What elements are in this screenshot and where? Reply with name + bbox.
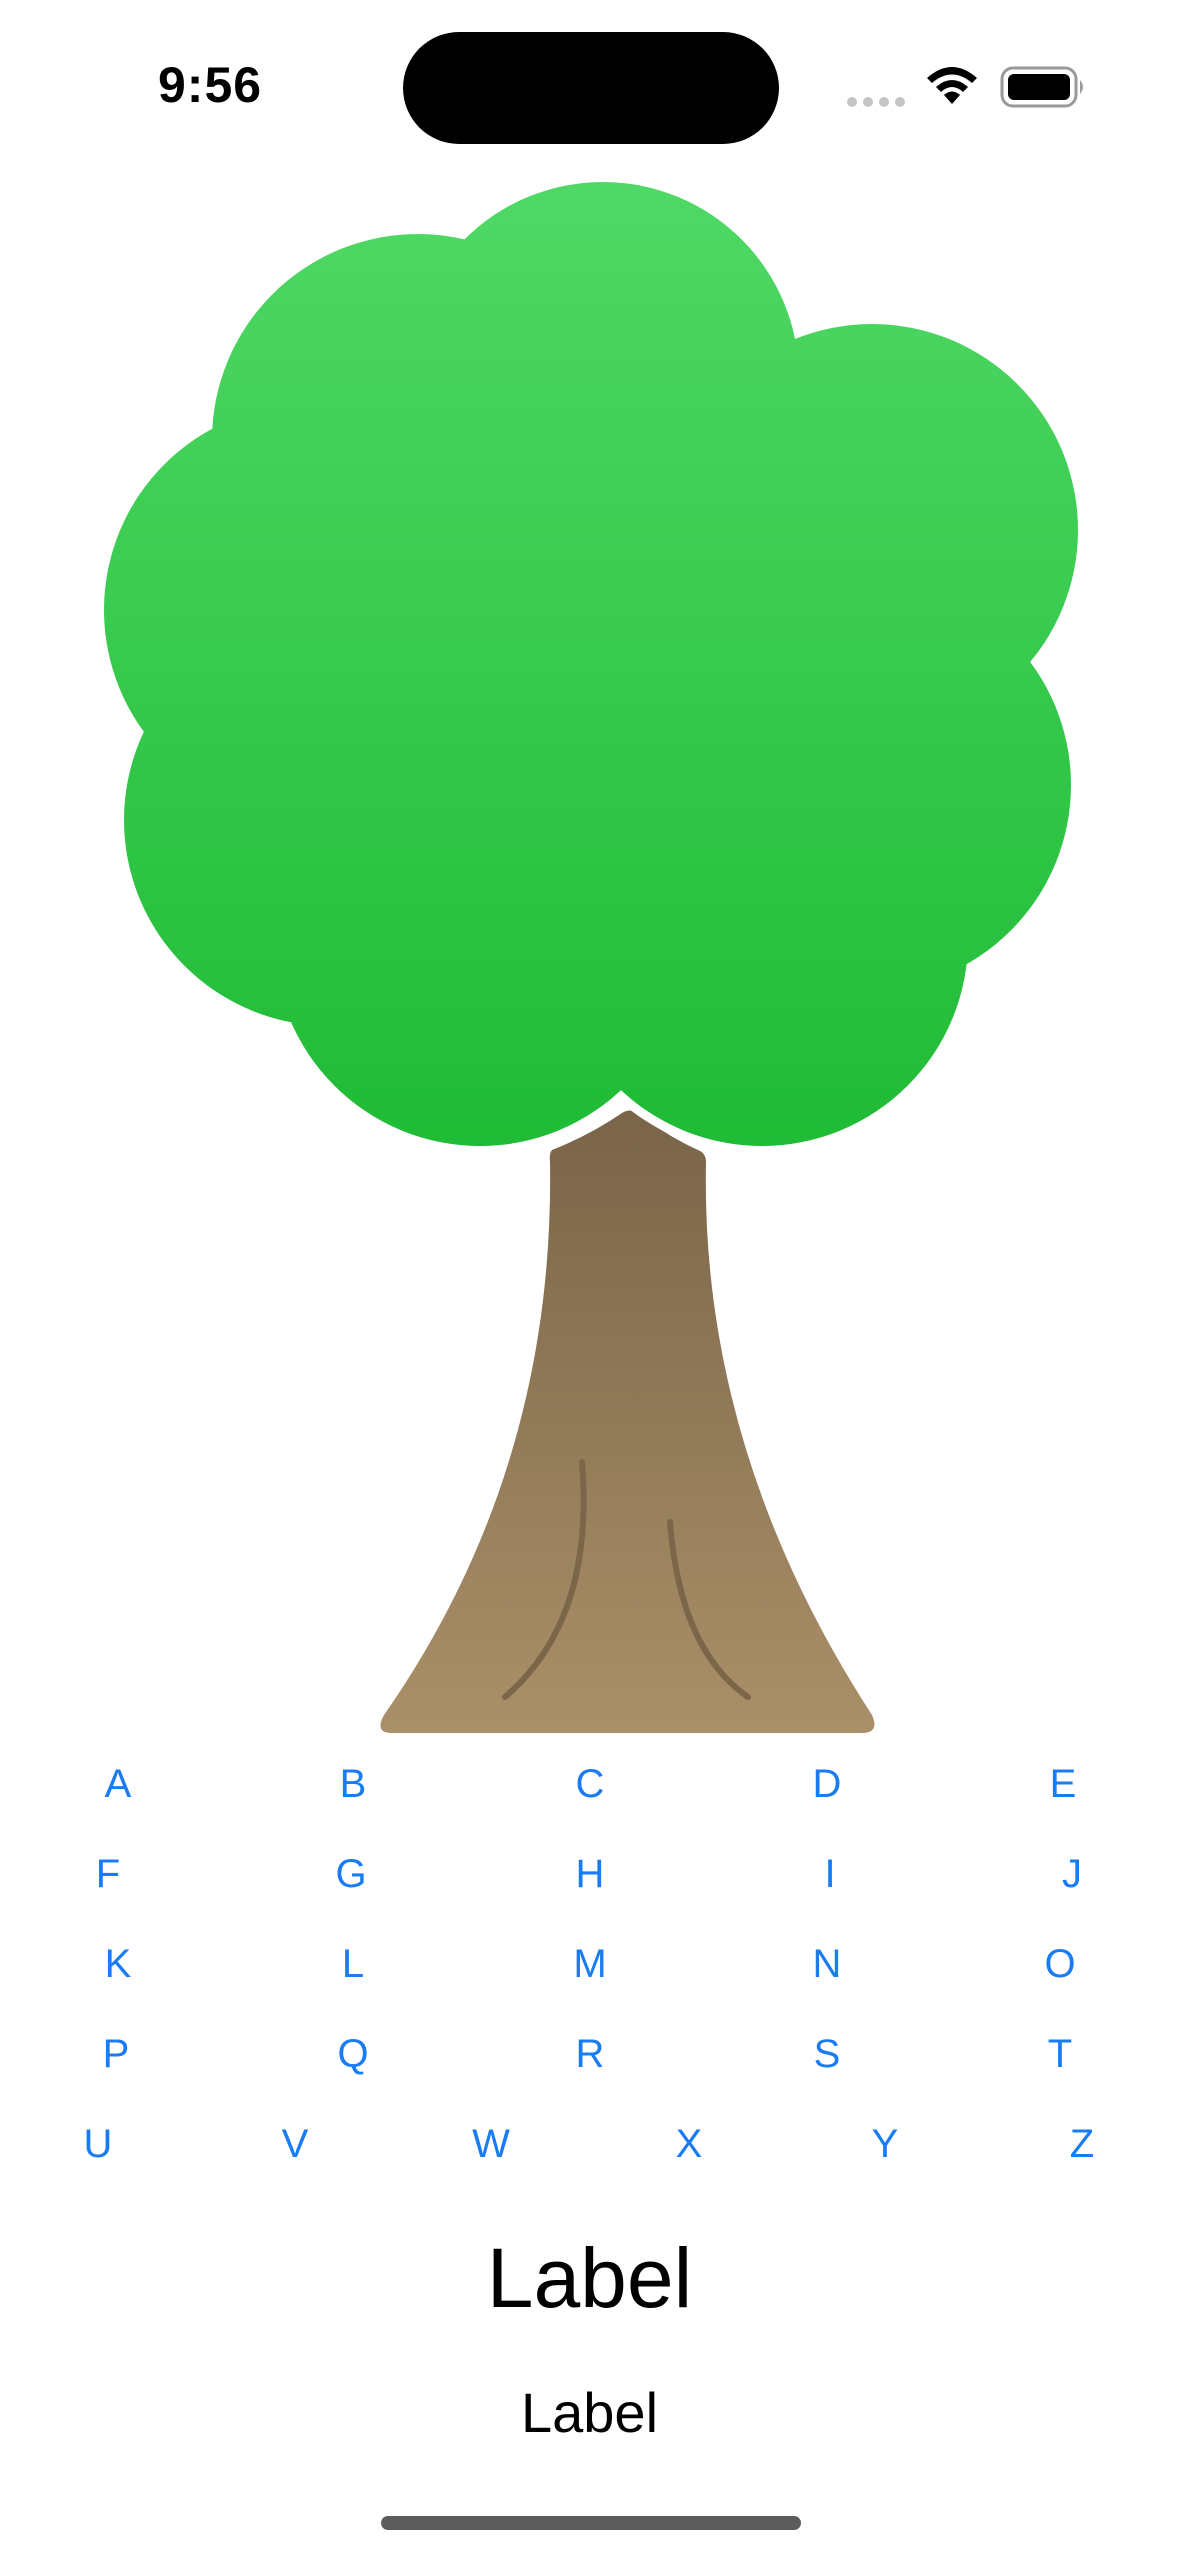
letter-button-m[interactable]: M (550, 1939, 630, 1989)
primary-label: Label (486, 2231, 693, 2325)
letter-button-e[interactable]: E (1023, 1759, 1103, 1809)
secondary-label: Label (520, 2381, 659, 2444)
letter-button-l[interactable]: L (313, 1939, 393, 1989)
tree-icon (95, 180, 1087, 1733)
letter-button-o[interactable]: O (1020, 1939, 1100, 1989)
wifi-icon (927, 67, 977, 104)
letter-button-s[interactable]: S (787, 2029, 867, 2079)
letter-button-r[interactable]: R (550, 2029, 630, 2079)
letter-button-h[interactable]: H (550, 1849, 630, 1899)
letter-button-p[interactable]: P (76, 2029, 156, 2079)
cellular-signal-icon (847, 97, 905, 107)
letter-button-f[interactable]: F (68, 1849, 148, 1899)
letter-button-i[interactable]: I (790, 1849, 870, 1899)
letter-button-n[interactable]: N (787, 1939, 867, 1989)
letter-button-z[interactable]: Z (1042, 2119, 1122, 2169)
letter-button-x[interactable]: X (649, 2119, 729, 2169)
letter-button-g[interactable]: G (311, 1849, 391, 1899)
letter-button-j[interactable]: J (1032, 1849, 1112, 1899)
letter-button-k[interactable]: K (78, 1939, 158, 1989)
letter-button-c[interactable]: C (550, 1759, 630, 1809)
letter-button-y[interactable]: Y (845, 2119, 925, 2169)
status-time: 9:56 (158, 57, 263, 113)
battery-icon (1000, 66, 1083, 108)
letter-button-d[interactable]: D (787, 1759, 867, 1809)
letter-button-b[interactable]: B (313, 1759, 393, 1809)
letter-button-q[interactable]: Q (313, 2029, 393, 2079)
letter-button-w[interactable]: W (451, 2119, 531, 2169)
dynamic-island (403, 32, 779, 144)
home-indicator[interactable] (381, 2516, 801, 2530)
letter-button-u[interactable]: U (58, 2119, 138, 2169)
letter-button-v[interactable]: V (255, 2119, 335, 2169)
letter-button-a[interactable]: A (78, 1759, 158, 1809)
letter-button-t[interactable]: T (1020, 2029, 1100, 2079)
